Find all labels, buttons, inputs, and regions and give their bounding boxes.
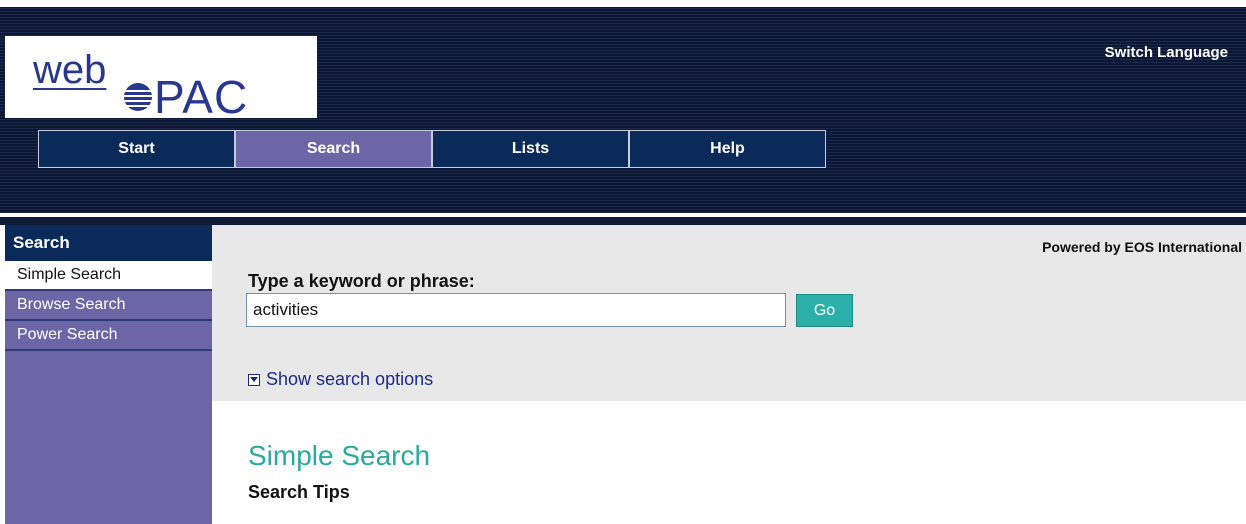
show-search-options-label: Show search options bbox=[266, 369, 434, 389]
header-rule bbox=[0, 217, 1246, 225]
nav-tab-search[interactable]: Search bbox=[235, 130, 432, 168]
nav-tab-help[interactable]: Help bbox=[629, 130, 826, 168]
page-title: Simple Search bbox=[248, 440, 431, 471]
logo-pac-text: PAC bbox=[154, 71, 249, 123]
nav-tab-lists[interactable]: Lists bbox=[432, 130, 629, 168]
header: web PAC Switch Language Start Search Lis… bbox=[0, 0, 1246, 213]
opac-globe-icon bbox=[124, 83, 152, 111]
switch-language-link[interactable]: Switch Language bbox=[1105, 44, 1228, 61]
sidebar-title: Search bbox=[5, 225, 212, 261]
search-tips-heading: Search Tips bbox=[248, 482, 350, 502]
expand-triangle-icon bbox=[248, 373, 260, 386]
go-button[interactable]: Go bbox=[796, 294, 853, 327]
show-search-options-toggle[interactable]: Show search options bbox=[248, 369, 433, 390]
header-top-strip bbox=[0, 0, 1246, 7]
sidebar-item-power-search[interactable]: Power Search bbox=[5, 321, 212, 351]
search-input[interactable] bbox=[246, 293, 786, 327]
search-prompt-label: Type a keyword or phrase: bbox=[248, 271, 475, 291]
main-nav: Start Search Lists Help bbox=[38, 130, 826, 168]
powered-by-text: Powered by EOS International bbox=[1042, 239, 1242, 255]
sidebar-item-browse-search[interactable]: Browse Search bbox=[5, 291, 212, 321]
sidebar-item-simple-search[interactable]: Simple Search bbox=[5, 261, 212, 291]
nav-tab-start[interactable]: Start bbox=[38, 130, 235, 168]
search-panel: Powered by EOS International Type a keyw… bbox=[212, 225, 1246, 401]
webopac-logo[interactable]: web PAC bbox=[5, 36, 317, 123]
logo-web-text: web bbox=[33, 48, 107, 92]
sidebar: Search Simple Search Browse Search Power… bbox=[5, 225, 212, 524]
